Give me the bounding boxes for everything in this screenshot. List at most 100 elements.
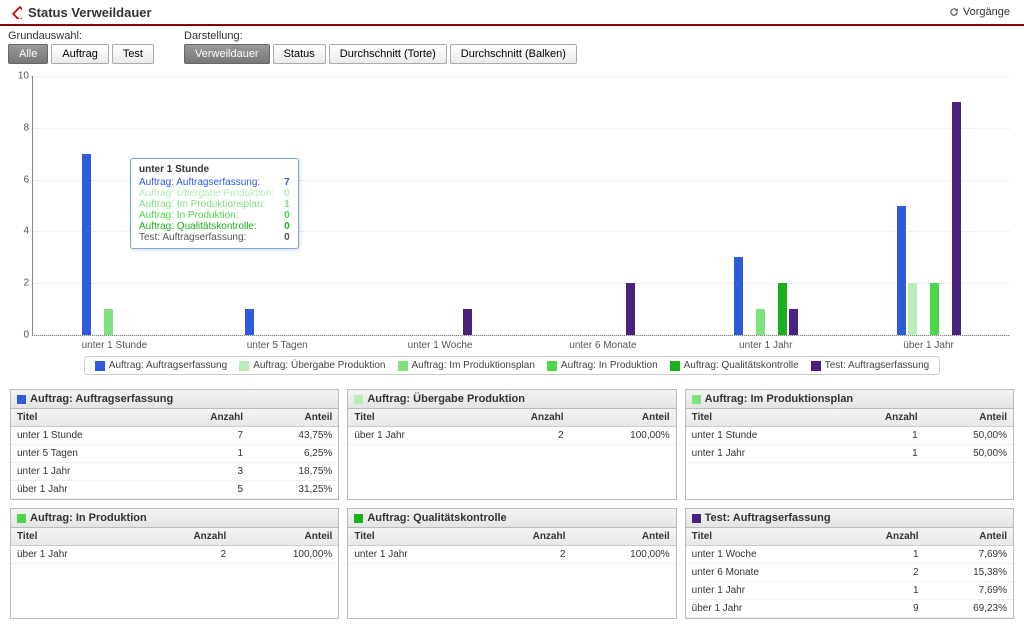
legend-label: Auftrag: Qualitätskontrolle (684, 360, 799, 371)
y-tick: 6 (15, 174, 29, 185)
filter-btn-durchschnitt-torte-[interactable]: Durchschnitt (Torte) (329, 44, 447, 64)
legend-swatch (95, 361, 105, 371)
filter-buttons-2: VerweildauerStatusDurchschnitt (Torte)Du… (184, 44, 577, 64)
table-row: unter 1 Jahr2100,00% (348, 546, 675, 564)
bar[interactable] (82, 154, 91, 335)
card-title: Auftrag: Übergabe Produktion (367, 393, 525, 405)
header-bar: Status Verweildauer Vorgänge (0, 0, 1024, 26)
filter-darstellung: Darstellung: VerweildauerStatusDurchschn… (184, 30, 577, 64)
bar[interactable] (463, 309, 472, 335)
filter-btn-auftrag[interactable]: Auftrag (51, 44, 108, 64)
x-tick-label: unter 6 Monate (522, 340, 685, 351)
filter-label: Darstellung: (184, 30, 577, 42)
legend-swatch (398, 361, 408, 371)
chart-area: 0246810unter 1 Stundeunter 5 Tagenunter … (0, 68, 1024, 375)
card-header: Auftrag: Im Produktionsplan (686, 390, 1013, 409)
legend-item[interactable]: Auftrag: Übergabe Produktion (239, 360, 385, 371)
refresh-label: Vorgänge (963, 6, 1010, 18)
x-tick-label: unter 5 Tagen (196, 340, 359, 351)
card-title: Auftrag: Im Produktionsplan (705, 393, 854, 405)
card-title: Test: Auftragserfassung (705, 512, 831, 524)
table-row: unter 6 Monate215,38% (686, 564, 1013, 582)
app-icon (8, 5, 22, 19)
legend-item[interactable]: Auftrag: In Produktion (547, 360, 658, 371)
data-card: Auftrag: Übergabe Produktion TitelAnzahlA… (347, 389, 676, 500)
card-swatch (692, 514, 701, 523)
data-tables: Auftrag: Auftragserfassung TitelAnzahlAnt… (0, 381, 1024, 627)
bar[interactable] (756, 309, 765, 335)
legend-label: Auftrag: Übergabe Produktion (253, 360, 385, 371)
table-row: über 1 Jahr2100,00% (348, 427, 675, 445)
table-row: über 1 Jahr969,23% (686, 600, 1013, 618)
filter-btn-test[interactable]: Test (112, 44, 154, 64)
legend-swatch (670, 361, 680, 371)
data-card: Auftrag: Im Produktionsplan TitelAnzahlAn… (685, 389, 1014, 500)
card-swatch (354, 514, 363, 523)
card-header: Auftrag: Übergabe Produktion (348, 390, 675, 409)
card-header: Test: Auftragserfassung (686, 509, 1013, 528)
bar[interactable] (245, 309, 254, 335)
legend-item[interactable]: Auftrag: Qualitätskontrolle (670, 360, 799, 371)
data-table: TitelAnzahlAnteilunter 1 Woche17,69%unte… (686, 528, 1013, 618)
y-tick: 8 (15, 122, 29, 133)
controls: Grundauswahl: AlleAuftragTest Darstellun… (0, 26, 1024, 68)
chart-tooltip: unter 1 StundeAuftrag: Auftragserfassung… (130, 158, 299, 249)
data-table: TitelAnzahlAnteilüber 1 Jahr2100,00% (11, 528, 338, 564)
data-table: TitelAnzahlAnteilunter 1 Stunde150,00%un… (686, 409, 1013, 463)
x-tick-label: unter 1 Stunde (33, 340, 196, 351)
card-header: Auftrag: Auftragserfassung (11, 390, 338, 409)
bar[interactable] (952, 102, 961, 335)
data-table: TitelAnzahlAnteilüber 1 Jahr2100,00% (348, 409, 675, 445)
legend-item[interactable]: Auftrag: Im Produktionsplan (398, 360, 535, 371)
x-tick-label: unter 1 Jahr (684, 340, 847, 351)
bar[interactable] (908, 283, 917, 335)
x-tick-label: unter 1 Woche (359, 340, 522, 351)
refresh-icon (948, 6, 960, 18)
data-table: TitelAnzahlAnteilunter 1 Stunde743,75%un… (11, 409, 338, 499)
legend-swatch (811, 361, 821, 371)
bar[interactable] (778, 283, 787, 335)
filter-grundauswahl: Grundauswahl: AlleAuftragTest (8, 30, 154, 64)
table-row: unter 5 Tagen16,25% (11, 445, 338, 463)
y-tick: 10 (15, 71, 29, 82)
filter-btn-verweildauer[interactable]: Verweildauer (184, 44, 270, 64)
legend-label: Auftrag: Auftragserfassung (109, 360, 227, 371)
card-header: Auftrag: In Produktion (11, 509, 338, 528)
filter-btn-durchschnitt-balken-[interactable]: Durchschnitt (Balken) (450, 44, 577, 64)
legend-label: Auftrag: In Produktion (561, 360, 658, 371)
card-title: Auftrag: Auftragserfassung (30, 393, 173, 405)
table-row: unter 1 Woche17,69% (686, 546, 1013, 564)
card-header: Auftrag: Qualitätskontrolle (348, 509, 675, 528)
bar[interactable] (789, 309, 798, 335)
bar[interactable] (930, 283, 939, 335)
card-title: Auftrag: In Produktion (30, 512, 147, 524)
bar[interactable] (626, 283, 635, 335)
data-card: Test: Auftragserfassung TitelAnzahlAnteil… (685, 508, 1014, 619)
card-swatch (354, 395, 363, 404)
y-tick: 4 (15, 226, 29, 237)
refresh-button[interactable]: Vorgänge (942, 4, 1016, 20)
legend-swatch (239, 361, 249, 371)
data-card: Auftrag: Auftragserfassung TitelAnzahlAnt… (10, 389, 339, 500)
bar[interactable] (897, 206, 906, 336)
filter-buttons-1: AlleAuftragTest (8, 44, 154, 64)
legend-label: Auftrag: Im Produktionsplan (412, 360, 535, 371)
page-title: Status Verweildauer (28, 5, 942, 20)
legend-swatch (547, 361, 557, 371)
legend-item[interactable]: Test: Auftragserfassung (811, 360, 930, 371)
card-swatch (692, 395, 701, 404)
table-row: unter 1 Jahr150,00% (686, 445, 1013, 463)
legend-item[interactable]: Auftrag: Auftragserfassung (95, 360, 227, 371)
bar[interactable] (104, 309, 113, 335)
filter-btn-status[interactable]: Status (273, 44, 326, 64)
data-card: Auftrag: QualitätskontrolleTitelAnzahlAn… (347, 508, 676, 619)
y-tick: 0 (15, 330, 29, 341)
table-row: unter 1 Jahr17,69% (686, 582, 1013, 600)
card-swatch (17, 514, 26, 523)
bar[interactable] (734, 257, 743, 335)
table-row: über 1 Jahr531,25% (11, 481, 338, 499)
card-title: Auftrag: Qualitätskontrolle (367, 512, 506, 524)
table-row: unter 1 Jahr318,75% (11, 463, 338, 481)
filter-btn-alle[interactable]: Alle (8, 44, 48, 64)
legend-label: Test: Auftragserfassung (825, 360, 930, 371)
